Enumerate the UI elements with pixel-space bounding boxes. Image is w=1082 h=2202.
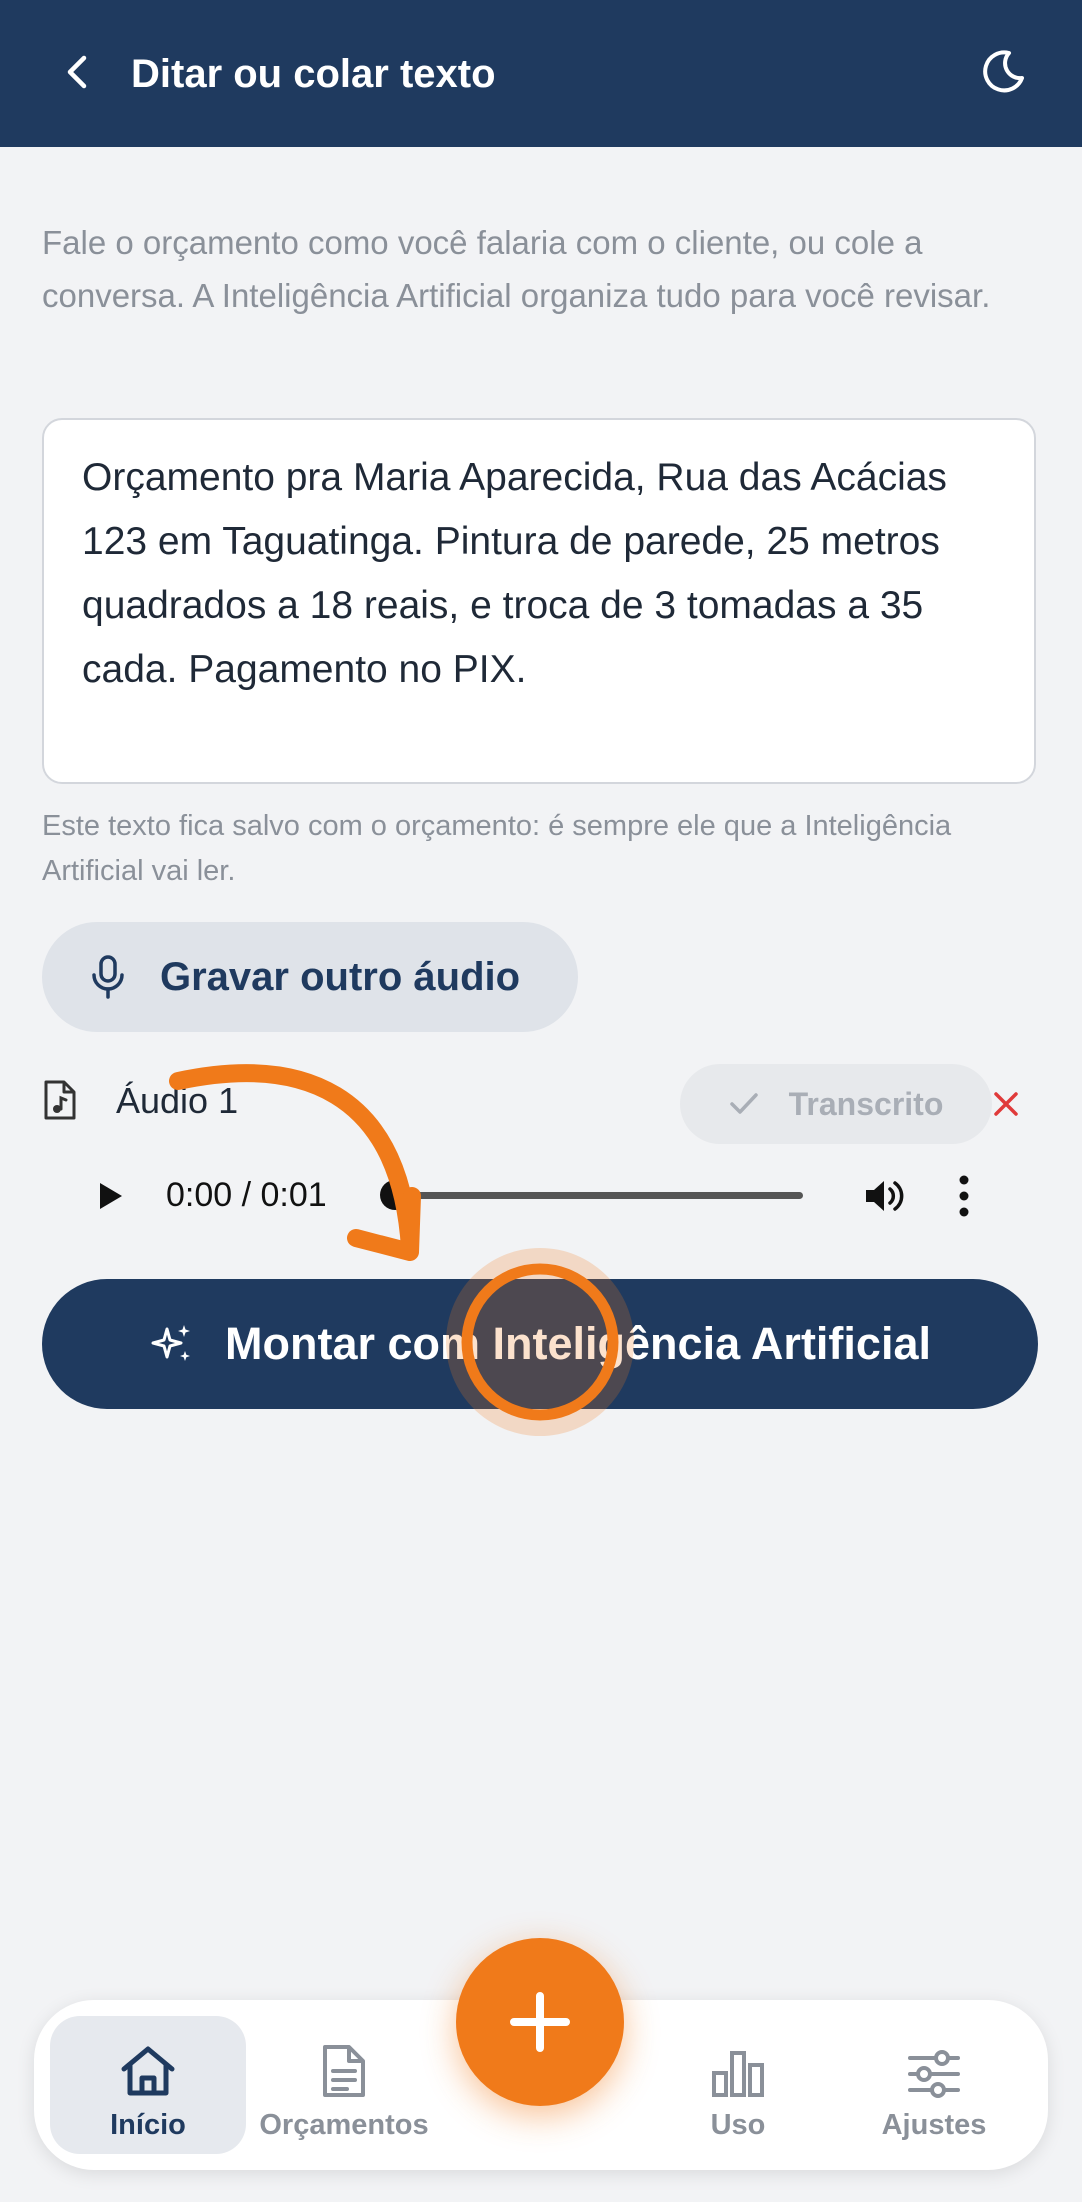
- nav-label-orcamentos: Orçamentos: [259, 2109, 429, 2141]
- audio-time: 0:00 / 0:01: [166, 1176, 327, 1214]
- volume-icon[interactable]: [862, 1176, 906, 1216]
- audio-player: 0:00 / 0:01: [70, 1160, 1000, 1230]
- new-quote-fab-button[interactable]: [456, 1938, 624, 2106]
- remove-audio-button[interactable]: [984, 1082, 1028, 1126]
- check-icon: [729, 1093, 758, 1114]
- plus-icon: [510, 1992, 570, 2052]
- saved-note: Este texto fica salvo com o orçamento: é…: [42, 810, 952, 887]
- more-options-icon[interactable]: [956, 1172, 972, 1220]
- record-audio-label: Gravar outro áudio: [160, 954, 521, 999]
- arrow-left-icon: [67, 55, 87, 89]
- audio-file-icon: [44, 1080, 76, 1120]
- back-button[interactable]: [50, 44, 106, 100]
- audio-name: Áudio 1: [116, 1080, 239, 1121]
- build-with-ai-button[interactable]: Montar com Inteligência Artificial: [42, 1279, 1038, 1409]
- build-with-ai-label: Montar com Inteligência Artificial: [225, 1318, 931, 1369]
- transcribed-status-label: Transcrito: [788, 1085, 944, 1122]
- nav-label-ajustes: Ajustes: [881, 2109, 987, 2141]
- audio-progress-track[interactable]: [388, 1192, 803, 1199]
- audio-item: Áudio 1 Transcrito: [42, 1064, 1042, 1144]
- theme-toggle-button[interactable]: [975, 44, 1031, 100]
- document-icon: [323, 2045, 365, 2097]
- audio-progress-handle[interactable]: [380, 1180, 410, 1210]
- moon-icon: [983, 50, 1024, 93]
- sliders-icon: [908, 2050, 960, 2098]
- dictation-textarea[interactable]: Orçamento pra Maria Aparecida, Rua das A…: [42, 418, 1036, 784]
- intro-text: Fale o orçamento como você falaria com o…: [42, 224, 991, 314]
- nav-label-uso: Uso: [710, 2109, 766, 2141]
- bar-chart-icon: [712, 2051, 764, 2097]
- close-icon: [994, 1092, 1018, 1116]
- home-icon: [121, 2046, 175, 2096]
- nav-item-orcamentos[interactable]: Orçamentos: [246, 2016, 442, 2154]
- play-icon[interactable]: [90, 1176, 130, 1216]
- nav-item-ajustes[interactable]: Ajustes: [836, 2016, 1032, 2154]
- record-audio-button[interactable]: Gravar outro áudio: [42, 922, 578, 1032]
- nav-label-inicio: Início: [110, 2109, 186, 2141]
- nav-item-uso[interactable]: Uso: [640, 2016, 836, 2154]
- nav-item-inicio[interactable]: Início: [50, 2016, 246, 2154]
- microphone-icon: [92, 955, 124, 999]
- transcribed-status-badge: Transcrito: [680, 1064, 992, 1144]
- page-title: Ditar ou colar texto: [131, 52, 496, 96]
- sparkles-icon: [151, 1325, 191, 1361]
- app-header: Ditar ou colar texto: [0, 0, 1082, 147]
